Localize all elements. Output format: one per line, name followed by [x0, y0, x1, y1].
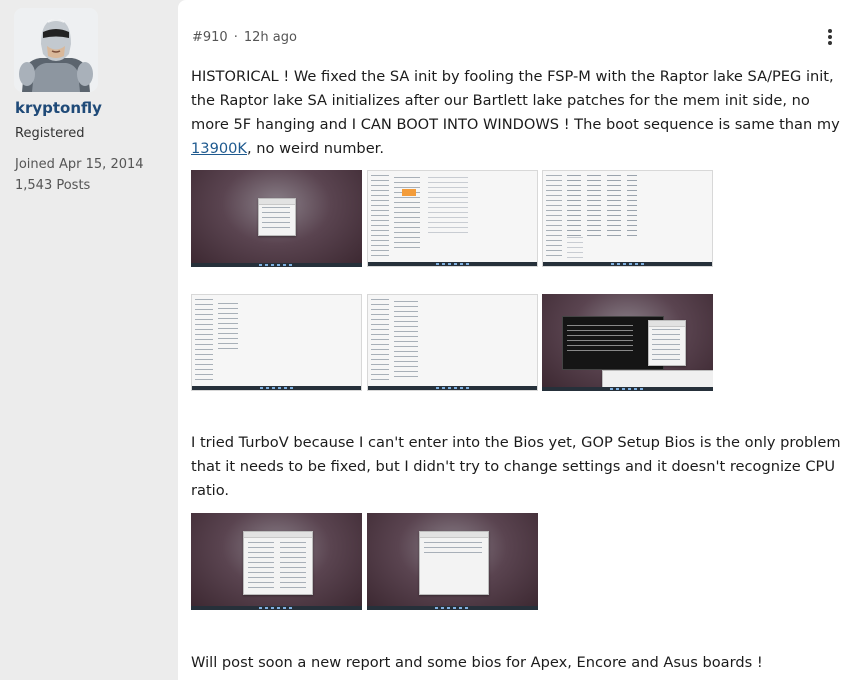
username-link[interactable]: kryptonfly: [15, 99, 102, 117]
paragraph-1-tail: , no weird number.: [247, 140, 384, 157]
screenshot-thumbnail[interactable]: [367, 294, 538, 391]
post-count: 1,543 Posts: [15, 178, 91, 193]
post-paragraph-3: Will post soon a new report and some bio…: [191, 654, 763, 671]
screenshot-thumbnail[interactable]: [367, 170, 538, 267]
post-time: 12h ago: [243, 30, 297, 45]
screenshot-thumbnail[interactable]: [191, 513, 362, 610]
screenshot-thumbnail[interactable]: [542, 170, 713, 267]
robocop-avatar-icon: [14, 8, 98, 92]
post-paragraph-1: HISTORICAL ! We fixed the SA init by foo…: [191, 65, 841, 161]
paragraph-1-text: HISTORICAL ! We fixed the SA init by foo…: [191, 68, 840, 133]
join-date: Joined Apr 15, 2014: [15, 157, 144, 172]
avatar[interactable]: [14, 8, 98, 92]
cpu-link[interactable]: 13900K: [191, 140, 247, 157]
user-role: Registered: [15, 126, 85, 141]
post-meta: #910 · 12h ago: [192, 30, 297, 45]
screenshot-thumbnail[interactable]: [542, 294, 713, 391]
post-paragraph-2: I tried TurboV because I can't enter int…: [191, 434, 841, 499]
screenshot-thumbnail[interactable]: [367, 513, 538, 610]
screenshot-thumbnail[interactable]: [191, 170, 362, 267]
more-vertical-icon[interactable]: [824, 29, 836, 47]
user-sidebar: kryptonfly Registered Joined Apr 15, 201…: [0, 0, 178, 680]
meta-separator: ·: [233, 30, 238, 45]
post-number-link[interactable]: #910: [192, 30, 228, 45]
screenshot-thumbnail[interactable]: [191, 294, 362, 391]
post-content: #910 · 12h ago HISTORICAL ! We fixed the S…: [178, 0, 850, 680]
